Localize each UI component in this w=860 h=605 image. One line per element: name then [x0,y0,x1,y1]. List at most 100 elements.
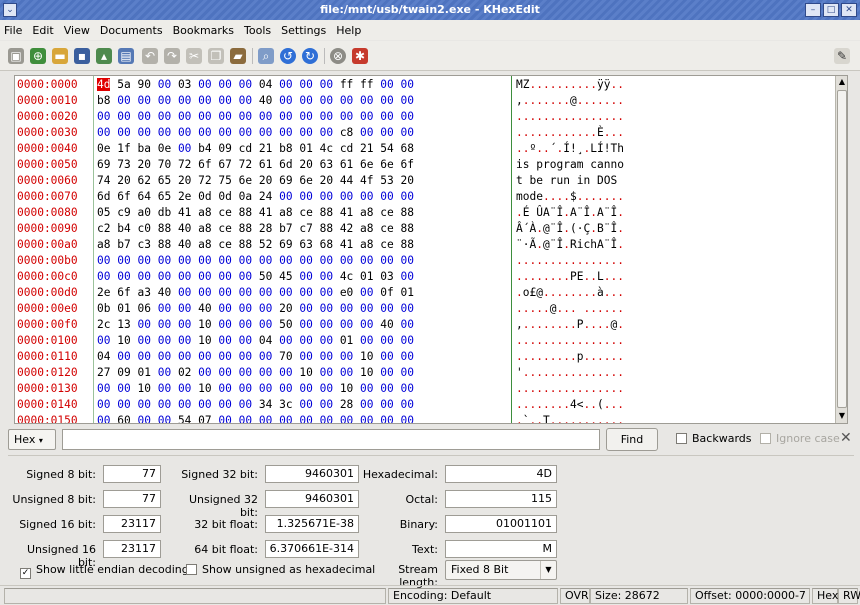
signed8-value[interactable]: 77 [103,465,161,483]
hex-byte[interactable]: 88 [239,222,252,235]
hex-row[interactable]: 0000:0120 27 09 01 00 02 00 00 00 00 00 1… [15,365,835,381]
hex-byte[interactable]: 00 [299,302,312,315]
hex-byte[interactable]: 00 [340,110,353,123]
row-ascii[interactable]: ,.......@....... [516,93,624,109]
row-ascii[interactable]: .....@... ...... [516,301,624,317]
hex-byte[interactable]: 00 [299,78,312,91]
row-ascii[interactable]: ................ [516,253,624,269]
hex-byte[interactable]: 00 [218,286,231,299]
row-bytes[interactable]: 74 20 62 65 20 72 75 6e 20 69 6e 20 44 4… [97,173,414,189]
unsigned32-value[interactable]: 9460301 [265,490,359,508]
hex-byte[interactable]: 0b [97,302,110,315]
row-ascii[interactable]: ................ [516,109,624,125]
hex-byte[interactable]: 00 [178,382,191,395]
hex-byte[interactable]: 00 [401,318,414,331]
hex-byte[interactable]: 00 [97,382,110,395]
hex-byte[interactable]: 00 [218,366,231,379]
hex-byte[interactable]: 00 [117,254,130,267]
hex-byte[interactable]: 20 [299,158,312,171]
hex-byte[interactable]: 88 [239,206,252,219]
hex-byte[interactable]: 00 [360,398,373,411]
hex-byte[interactable]: a8 [97,238,110,251]
unsigned-hex-checkbox[interactable] [186,564,197,575]
hex-byte[interactable]: 4f [360,174,373,187]
hex-byte[interactable]: e0 [340,286,353,299]
unsigned-hex-option[interactable]: Show unsigned as hexadecimal [186,563,375,576]
hex-byte[interactable]: 03 [178,78,191,91]
hex-row[interactable]: 0000:0150 00 60 00 00 54 07 00 00 00 00 0… [15,413,835,423]
hex-byte[interactable]: 00 [320,270,333,283]
hex-byte[interactable]: 00 [158,334,171,347]
save-icon[interactable]: ▪ [74,48,90,64]
hex-byte[interactable]: 00 [178,334,191,347]
hex-byte[interactable]: 6f [117,286,130,299]
hex-byte[interactable]: 00 [137,334,150,347]
hex-byte[interactable]: 00 [239,94,252,107]
hex-byte[interactable]: 00 [299,318,312,331]
hex-byte[interactable]: 00 [239,110,252,123]
print-icon[interactable]: ▤ [118,48,134,64]
hex-byte[interactable]: db [158,206,171,219]
save-as-icon[interactable]: ▴ [96,48,112,64]
hex-byte[interactable]: 72 [198,174,211,187]
hex-byte[interactable]: 00 [380,398,393,411]
hex-byte[interactable]: 00 [320,366,333,379]
hex-byte[interactable]: 54 [380,142,393,155]
hex-byte[interactable]: 10 [137,382,150,395]
menu-bookmarks[interactable]: Bookmarks [173,24,234,37]
hex-byte[interactable]: 88 [401,206,414,219]
hex-byte[interactable]: 00 [360,334,373,347]
hex-byte[interactable]: 00 [117,110,130,123]
hex-byte[interactable]: 00 [401,78,414,91]
row-ascii[interactable]: t be run in DOS [516,173,624,189]
hex-row[interactable]: 0000:0020 00 00 00 00 00 00 00 00 00 00 0… [15,109,835,125]
hex-byte[interactable]: 00 [279,286,292,299]
hex-byte[interactable]: 00 [198,254,211,267]
hex-byte[interactable]: ce [218,206,231,219]
hex-byte[interactable]: a8 [360,222,373,235]
forward-icon[interactable]: ↻ [302,48,318,64]
hex-byte[interactable]: 00 [198,110,211,123]
hex-byte[interactable]: 00 [117,126,130,139]
hex-byte[interactable]: ce [380,206,393,219]
row-bytes[interactable]: 0b 01 06 00 00 40 00 00 00 20 00 00 00 0… [97,301,414,317]
hex-byte[interactable]: 28 [259,222,272,235]
hex-byte[interactable]: 00 [178,110,191,123]
hex-byte[interactable]: 00 [198,286,211,299]
row-ascii[interactable]: is program canno [516,157,624,173]
row-bytes[interactable]: b8 00 00 00 00 00 00 00 40 00 00 00 00 0… [97,93,414,109]
hex-byte[interactable]: 88 [401,222,414,235]
hex-byte[interactable]: 41 [340,238,353,251]
hex-byte[interactable]: 24 [259,190,272,203]
menu-help[interactable]: Help [336,24,361,37]
hex-row[interactable]: 0000:0060 74 20 62 65 20 72 75 6e 20 69 6… [15,173,835,189]
hex-byte[interactable]: 00 [137,414,150,423]
hex-byte[interactable]: b4 [198,142,211,155]
hex-byte[interactable]: 00 [259,126,272,139]
hex-byte[interactable]: 00 [97,334,110,347]
hex-byte[interactable]: 4c [320,142,333,155]
hex-byte[interactable]: 44 [340,174,353,187]
hex-byte[interactable]: 00 [198,398,211,411]
hex-byte[interactable]: 00 [218,126,231,139]
hex-byte[interactable]: 20 [401,174,414,187]
hex-byte[interactable]: 00 [218,302,231,315]
hex-byte[interactable]: 73 [117,158,130,171]
hex-byte[interactable]: 00 [239,254,252,267]
ignore-case-checkbox[interactable] [760,433,771,444]
hex-byte[interactable]: 6d [279,158,292,171]
hex-byte[interactable]: 2c [97,318,110,331]
hex-row[interactable]: 0000:00c0 00 00 00 00 00 00 00 00 50 45 0… [15,269,835,285]
hex-byte[interactable]: 00 [137,270,150,283]
hex-byte[interactable]: 00 [380,78,393,91]
hex-byte[interactable]: 00 [259,382,272,395]
hex-byte[interactable]: ff [340,78,353,91]
hex-byte[interactable]: 00 [380,350,393,363]
hex-byte[interactable]: 00 [239,414,252,423]
hex-byte[interactable]: 00 [259,414,272,423]
hex-byte[interactable]: 20 [320,174,333,187]
hex-byte[interactable]: 00 [198,94,211,107]
row-bytes[interactable]: 00 00 10 00 00 10 00 00 00 00 00 00 10 0… [97,381,414,397]
hex-byte[interactable]: 74 [97,174,110,187]
hex-byte[interactable]: 00 [158,254,171,267]
